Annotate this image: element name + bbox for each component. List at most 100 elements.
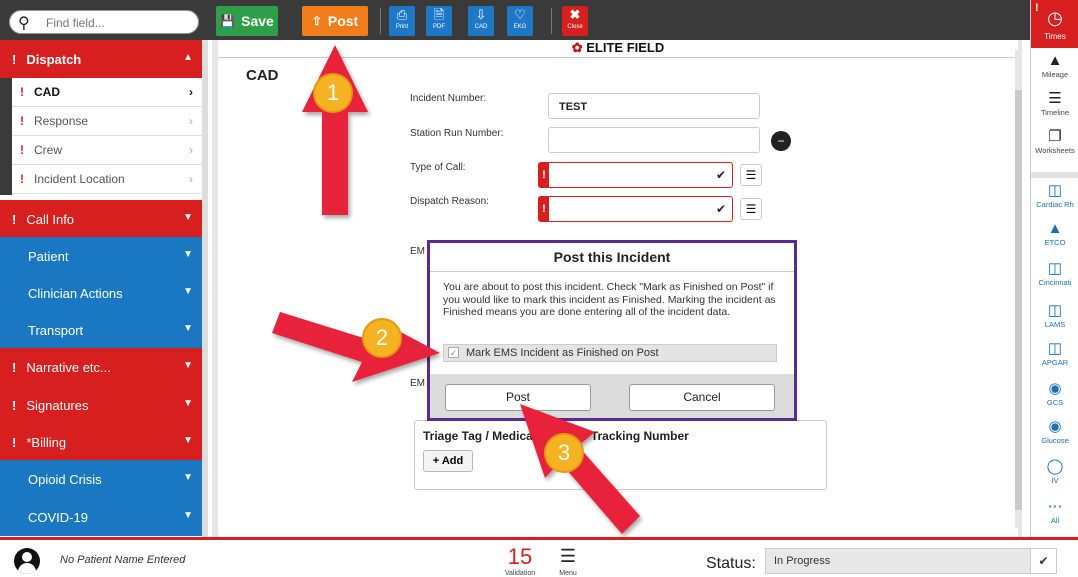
add-button[interactable]: + Add: [423, 450, 473, 472]
cad-button[interactable]: ⇩ CAD: [468, 6, 494, 36]
avatar-body: [18, 563, 36, 574]
download-icon: ⇩: [475, 7, 487, 22]
dialog-post-button[interactable]: Post: [445, 384, 591, 411]
remove-icon[interactable]: −: [771, 131, 791, 151]
chevron-right-icon: ›: [189, 114, 193, 128]
checkbox-checked-icon[interactable]: ✓: [448, 347, 459, 358]
validation-count[interactable]: 15: [500, 544, 540, 570]
times-label: Times: [1044, 32, 1066, 41]
list-icon[interactable]: ☰: [740, 198, 762, 220]
app-root: ⚲ Find field... 💾 Save ⇧ Post ⎙ Print 🗎 …: [0, 0, 1078, 577]
sidebar-item-incident-location[interactable]: ! Incident Location ›: [12, 165, 205, 194]
iv-button[interactable]: ◯ IV: [1031, 458, 1078, 485]
type-of-call-label: Type of Call:: [410, 162, 466, 173]
bottom-status-bar: No Patient Name Entered 15 Validation ☰ …: [0, 537, 1078, 577]
avatar[interactable]: [14, 548, 40, 574]
section-covid-19[interactable]: COVID-19 ▼: [0, 498, 205, 536]
status-value: In Progress: [774, 555, 831, 567]
sliders-icon: ☰: [1048, 90, 1062, 107]
all-button[interactable]: ⋯ All: [1031, 498, 1078, 525]
search-box[interactable]: ⚲ Find field...: [9, 10, 199, 34]
chevron-down-icon: ▼: [183, 323, 193, 334]
validation-label: Validation: [504, 570, 536, 577]
mileage-button[interactable]: ▲ Mileage: [1031, 52, 1078, 79]
finished-checkbox-row[interactable]: ✓ Mark EMS Incident as Finished on Post: [443, 344, 777, 362]
status-select[interactable]: In Progress ✔: [765, 548, 1057, 574]
required-icon: !: [539, 163, 549, 187]
type-of-call-select[interactable]: ! ✔: [538, 162, 733, 188]
iv-label: IV: [1051, 476, 1059, 485]
section-dispatch[interactable]: ! Dispatch ▲: [0, 40, 205, 78]
required-icon: !: [20, 114, 24, 128]
search-input[interactable]: Find field...: [46, 16, 105, 30]
close-button[interactable]: ✖ Close: [562, 6, 588, 36]
pdf-button[interactable]: 🗎 PDF: [426, 6, 452, 36]
timeline-button[interactable]: ☰ Timeline: [1031, 90, 1078, 117]
chevron-down-icon: ✔: [715, 202, 726, 216]
medkit-icon: ◫: [1047, 302, 1063, 319]
section-signatures[interactable]: ! Signatures ▼: [0, 386, 205, 424]
section-transport[interactable]: Transport ▼: [0, 311, 205, 349]
all-label: All: [1050, 516, 1060, 525]
section-patient[interactable]: Patient ▼: [0, 237, 205, 275]
avatar-head: [22, 552, 32, 562]
divider: [430, 271, 794, 272]
required-icon: !: [12, 359, 17, 375]
plus-icon: +: [432, 455, 440, 467]
medkit-icon: ◫: [1047, 260, 1063, 277]
drop-icon: ◉: [1048, 418, 1062, 435]
required-icon: !: [12, 397, 17, 413]
main-scrollbar-thumb[interactable]: [1015, 90, 1022, 510]
section-label: Transport: [28, 322, 84, 338]
cardiac-rh-button[interactable]: ◫ Cardiac Rh: [1031, 182, 1078, 209]
gcs-button[interactable]: ◉ GCS: [1031, 380, 1078, 407]
etco-label: ETCO: [1044, 238, 1066, 247]
incident-number-field[interactable]: TEST: [548, 93, 760, 119]
cincinnati-label: Cincinnati: [1038, 278, 1072, 287]
lams-label: LAMS: [1044, 320, 1066, 329]
dispatch-reason-select[interactable]: ! ✔: [538, 196, 733, 222]
times-button[interactable]: ! ◷ Times: [1031, 0, 1078, 48]
ekg-button[interactable]: ♡ EKG: [507, 6, 533, 36]
sidebar-item-crew[interactable]: ! Crew ›: [12, 136, 205, 165]
eye-icon: ◉: [1048, 380, 1062, 397]
print-button[interactable]: ⎙ Print: [389, 6, 415, 36]
lams-button[interactable]: ◫ LAMS: [1031, 302, 1078, 329]
road-icon: ▲: [1047, 52, 1063, 69]
cad-label: CAD: [474, 24, 488, 30]
section-billing[interactable]: ! *Billing ▼: [0, 423, 205, 461]
glucose-label: Glucose: [1041, 436, 1069, 445]
floppy-icon: 💾: [220, 14, 236, 28]
chevron-down-icon: ▼: [183, 249, 193, 260]
required-icon: !: [12, 434, 17, 450]
etco-button[interactable]: ▲ ETCO: [1031, 220, 1078, 247]
dialog-title: Post this Incident: [553, 249, 671, 265]
medkit-icon: ◫: [1047, 182, 1063, 199]
print-label: Print: [395, 24, 409, 30]
menu-icon[interactable]: ☰: [556, 546, 580, 567]
sidebar-item-cad[interactable]: ! CAD ›: [12, 78, 205, 107]
sidebar-item-label: Crew: [34, 143, 63, 157]
add-label: Add: [441, 455, 464, 467]
dialog-message: You are about to post this incident. Che…: [443, 281, 776, 318]
dialog-cancel-button[interactable]: Cancel: [629, 384, 775, 411]
sidebar-scrollbar[interactable]: [202, 40, 208, 537]
save-button[interactable]: 💾 Save: [216, 6, 278, 36]
cincinnati-button[interactable]: ◫ Cincinnati: [1031, 260, 1078, 287]
list-icon[interactable]: ☰: [740, 164, 762, 186]
brand-header: ✿ ELITE FIELD: [218, 40, 1018, 58]
cardiac-rh-label: Cardiac Rh: [1036, 200, 1074, 209]
worksheets-button[interactable]: ❐ Worksheets: [1031, 128, 1078, 155]
worksheets-label: Worksheets: [1035, 146, 1075, 155]
section-clinician-actions[interactable]: Clinician Actions ▼: [0, 274, 205, 312]
brand-title: ELITE FIELD: [586, 40, 665, 55]
section-narrative[interactable]: ! Narrative etc... ▼: [0, 348, 205, 386]
post-button[interactable]: ⇧ Post: [302, 6, 368, 36]
section-opioid-crisis[interactable]: Opioid Crisis ▼: [0, 460, 205, 498]
sidebar-item-response[interactable]: ! Response ›: [12, 107, 205, 136]
station-run-field[interactable]: [548, 127, 760, 153]
glucose-button[interactable]: ◉ Glucose: [1031, 418, 1078, 445]
right-toolbar: ! ◷ Times ▲ Mileage ☰ Timeline ❐ Workshe…: [1030, 0, 1078, 537]
apgar-button[interactable]: ◫ APGAR: [1031, 340, 1078, 367]
section-call-info[interactable]: ! Call Info ▼: [0, 200, 205, 238]
